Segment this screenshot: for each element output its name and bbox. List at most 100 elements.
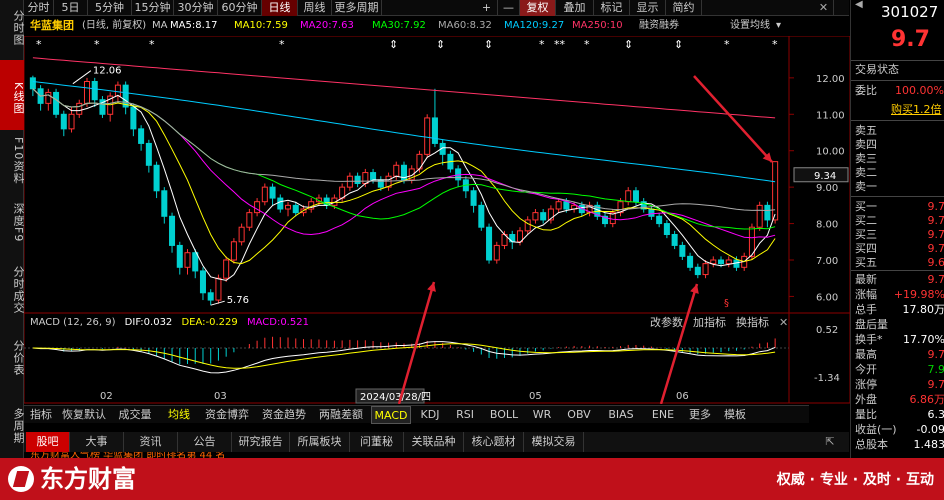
bottom-tab-5[interactable]: 所属板块	[290, 432, 350, 452]
ask-row-3-label: 卖二	[855, 166, 877, 179]
price-axis-label: 12.00	[816, 74, 845, 85]
event-marker-icon: ⇕	[674, 38, 683, 51]
candle-body	[138, 128, 145, 144]
period-button-0[interactable]: 分时	[24, 0, 54, 16]
candle-body	[91, 81, 98, 101]
quote-panel: ◀ 301027 9.7 交易状态 委比 100.00% 购买1.2倍 卖五 卖四…	[850, 0, 944, 458]
bottom-tab-7[interactable]: 关联品种	[404, 432, 464, 452]
kline-chart[interactable]: 12.00 11.00 10.00 9.00 8.00 7.00 6.00 9.34 12.06…	[24, 36, 850, 404]
expand-icon[interactable]: ⇱	[820, 432, 840, 452]
high-marker-label: 12.06	[93, 66, 122, 77]
tool-button-3[interactable]: 叠加	[556, 0, 594, 16]
ask-row-0: 卖五	[855, 124, 944, 138]
bottom-tab-4[interactable]: 研究报告	[232, 432, 290, 452]
indicator-tab-15[interactable]: 更多	[685, 406, 715, 424]
left-view-tabs: 分时图 K线图 F10资料深度F9 分时成交分价表多周期	[0, 0, 25, 460]
stat-row-5-value: 9.7	[927, 348, 944, 361]
indicator-tab-1[interactable]: 恢复默认	[59, 406, 109, 424]
indicator-tab-9[interactable]: RSI	[449, 406, 481, 424]
candle-body	[632, 190, 639, 203]
close-panel-icon[interactable]: ✕	[779, 316, 788, 329]
tool-button-4[interactable]: 标记	[594, 0, 630, 16]
bid-row-3: 买四 9.7	[855, 242, 944, 256]
panel-arrows[interactable]: ◀	[855, 0, 873, 20]
indicator-tab-12[interactable]: OBV	[560, 406, 598, 424]
candle-body	[431, 117, 438, 144]
stat-row-0-value: 9.7	[927, 273, 944, 286]
left-tab-5[interactable]: 分价表	[0, 326, 25, 384]
bottom-tabs: 股吧 大事 资讯 公告 研究报告 所属板块 问董秘 关联品种 核心题材 模拟交易 ⇱	[24, 432, 849, 452]
stat-row-7: 涨停 9.7	[855, 378, 944, 392]
margin-trading-link[interactable]: 融资融券	[639, 17, 679, 35]
tool-button-0[interactable]: +	[476, 0, 498, 16]
left-tab-6[interactable]: 多周期	[0, 390, 25, 456]
candle-body	[199, 270, 206, 294]
indicator-tab-0[interactable]: 指标	[26, 406, 56, 424]
indicator-tab-13[interactable]: BIAS	[601, 406, 641, 424]
bottom-tab-9[interactable]: 模拟交易	[524, 432, 584, 452]
bottom-tab-3[interactable]: 公告	[178, 432, 232, 452]
indicator-tab-4[interactable]: 资金博弈	[200, 406, 254, 424]
candle-body	[648, 208, 655, 217]
left-tab-1[interactable]: K线图	[0, 60, 25, 130]
macd-dif: DIF:0.032	[124, 317, 173, 328]
candle-body	[277, 197, 284, 210]
tool-button-1[interactable]: —	[498, 0, 520, 16]
candle-body	[694, 266, 701, 276]
period-button-2[interactable]: 5分钟	[88, 0, 132, 16]
period-button-8[interactable]: 更多周期	[332, 0, 382, 16]
arrow-left-icon[interactable]: ◀	[855, 0, 873, 10]
left-tab-4[interactable]: 分时成交	[0, 252, 25, 322]
bottom-tab-0[interactable]: 股吧	[26, 432, 70, 452]
settings-chevron-icon[interactable]: ▾	[776, 17, 781, 35]
period-button-3[interactable]: 15分钟	[132, 0, 174, 16]
tool-button-2[interactable]: 复权	[520, 0, 556, 16]
macd-dea: DEA:-0.229	[181, 317, 238, 328]
candle-body	[679, 244, 686, 257]
indicator-tab-10[interactable]: BOLL	[484, 406, 524, 424]
brand-footer: 东方财富 权威 · 专业 · 及时 · 互动	[0, 458, 944, 500]
indicator-tab-3[interactable]: 均线	[161, 406, 197, 424]
indicator-tab-8[interactable]: KDJ	[414, 406, 446, 424]
candle-body	[687, 255, 694, 268]
stat-row-3: 盘后量	[855, 318, 944, 332]
candle-body	[246, 212, 253, 228]
indicator-tab-2[interactable]: 成交量	[112, 406, 158, 424]
indicator-tab-5[interactable]: 资金趋势	[257, 406, 311, 424]
indicator-tab-7[interactable]: MACD	[371, 406, 411, 424]
period-button-4[interactable]: 30分钟	[174, 0, 218, 16]
indicator-tab-11[interactable]: WR	[527, 406, 557, 424]
bottom-tab-2[interactable]: 资讯	[124, 432, 178, 452]
ma-label: MA	[152, 20, 168, 31]
period-button-7[interactable]: 周线	[298, 0, 332, 16]
stat-row-8-value: 6.86万	[909, 393, 944, 406]
candle-body	[532, 212, 539, 221]
set-ma-button[interactable]: 设置均线	[730, 17, 770, 35]
buy-button[interactable]: 购买1.2倍	[891, 103, 942, 117]
candle-body	[45, 91, 52, 104]
bottom-tab-6[interactable]: 问董秘	[350, 432, 404, 452]
macd-action-1[interactable]: 加指标	[693, 316, 726, 329]
tool-button-6[interactable]: 简约	[666, 0, 702, 16]
stat-row-9-label: 量比	[855, 408, 877, 421]
indicator-tab-16[interactable]: 模板	[718, 406, 752, 424]
indicator-tab-6[interactable]: 两融差额	[314, 406, 368, 424]
tool-button-5[interactable]: 显示	[630, 0, 666, 16]
event-marker-icon: *	[36, 38, 42, 51]
period-button-1[interactable]: 5日	[54, 0, 88, 16]
macd-action-0[interactable]: 改参数	[650, 316, 683, 329]
close-icon[interactable]: ✕	[814, 0, 834, 16]
macd-action-2[interactable]: 换指标	[736, 316, 769, 329]
left-tab-3[interactable]: 深度F9	[0, 194, 25, 246]
left-tab-2[interactable]: F10资料	[0, 128, 25, 188]
period-button-6[interactable]: 日线	[262, 0, 298, 16]
stat-row-6-label: 今开	[855, 363, 877, 376]
indicator-tab-14[interactable]: ENE	[644, 406, 682, 424]
bottom-tab-1[interactable]: 大事	[70, 432, 124, 452]
left-tab-0[interactable]: 分时图	[0, 0, 25, 50]
bottom-tab-8[interactable]: 核心题材	[464, 432, 524, 452]
bid-row-1-value: 9.7	[927, 214, 944, 227]
period-button-5[interactable]: 60分钟	[218, 0, 262, 16]
annotation-arrow-3	[659, 283, 699, 404]
ma-value-0: MA5:8.17	[170, 20, 218, 31]
